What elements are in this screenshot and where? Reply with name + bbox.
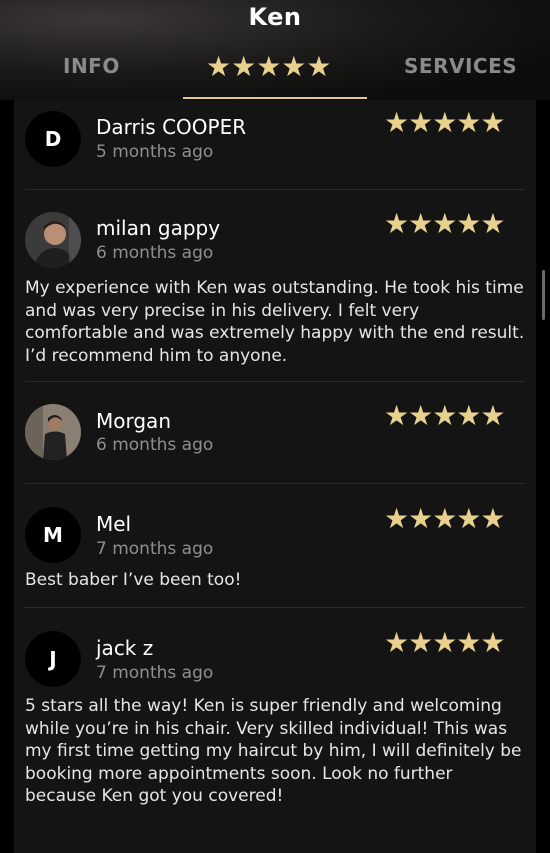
star-rating: ★★★★★	[384, 626, 506, 659]
reviewer-name: Darris COOPER	[96, 115, 247, 139]
review-text: 5 stars all the way! Ken is super friend…	[25, 696, 522, 806]
tab-info[interactable]: INFO	[63, 54, 120, 78]
review-date: 5 months ago	[96, 142, 214, 162]
avatar	[25, 404, 81, 460]
scrollbar[interactable]	[542, 270, 545, 320]
star-rating: ★★★★★	[384, 106, 506, 139]
reviewer-name: jack z	[96, 636, 154, 660]
reviewer-name: milan gappy	[96, 216, 221, 240]
reviewer-name: Morgan	[96, 409, 171, 433]
reviewer-name: Mel	[96, 512, 132, 536]
review-item: milan gappy 6 months ago ★★★★★ My experi…	[14, 190, 536, 382]
avatar	[25, 212, 81, 268]
review-item: J jack z 7 months ago ★★★★★ 5 stars all …	[14, 608, 536, 853]
tab-services[interactable]: SERVICES	[404, 54, 517, 78]
user-photo-icon	[25, 404, 81, 460]
user-photo-icon	[25, 212, 81, 268]
review-date: 6 months ago	[96, 243, 214, 263]
barber-name-title: Ken	[248, 3, 302, 31]
review-date: 6 months ago	[96, 435, 214, 455]
review-date: 7 months ago	[96, 539, 214, 559]
active-tab-indicator	[183, 97, 367, 99]
avatar: J	[25, 631, 81, 687]
review-date: 7 months ago	[96, 663, 214, 683]
tab-reviews[interactable]: ★★★★★	[206, 50, 332, 83]
star-rating: ★★★★★	[384, 399, 506, 432]
profile-header: Ken INFO ★★★★★ SERVICES	[0, 0, 550, 100]
review-item: D Darris COOPER 5 months ago ★★★★★	[14, 100, 536, 190]
avatar: M	[25, 507, 81, 563]
star-rating: ★★★★★	[384, 207, 506, 240]
review-text: Best baber I’ve been too!	[25, 570, 242, 590]
review-item: M Mel 7 months ago ★★★★★ Best baber I’ve…	[14, 484, 536, 608]
star-rating: ★★★★★	[384, 502, 506, 535]
avatar: D	[25, 111, 81, 167]
review-item: Morgan 6 months ago ★★★★★	[14, 382, 536, 484]
review-text: My experience with Ken was outstanding. …	[25, 278, 525, 366]
